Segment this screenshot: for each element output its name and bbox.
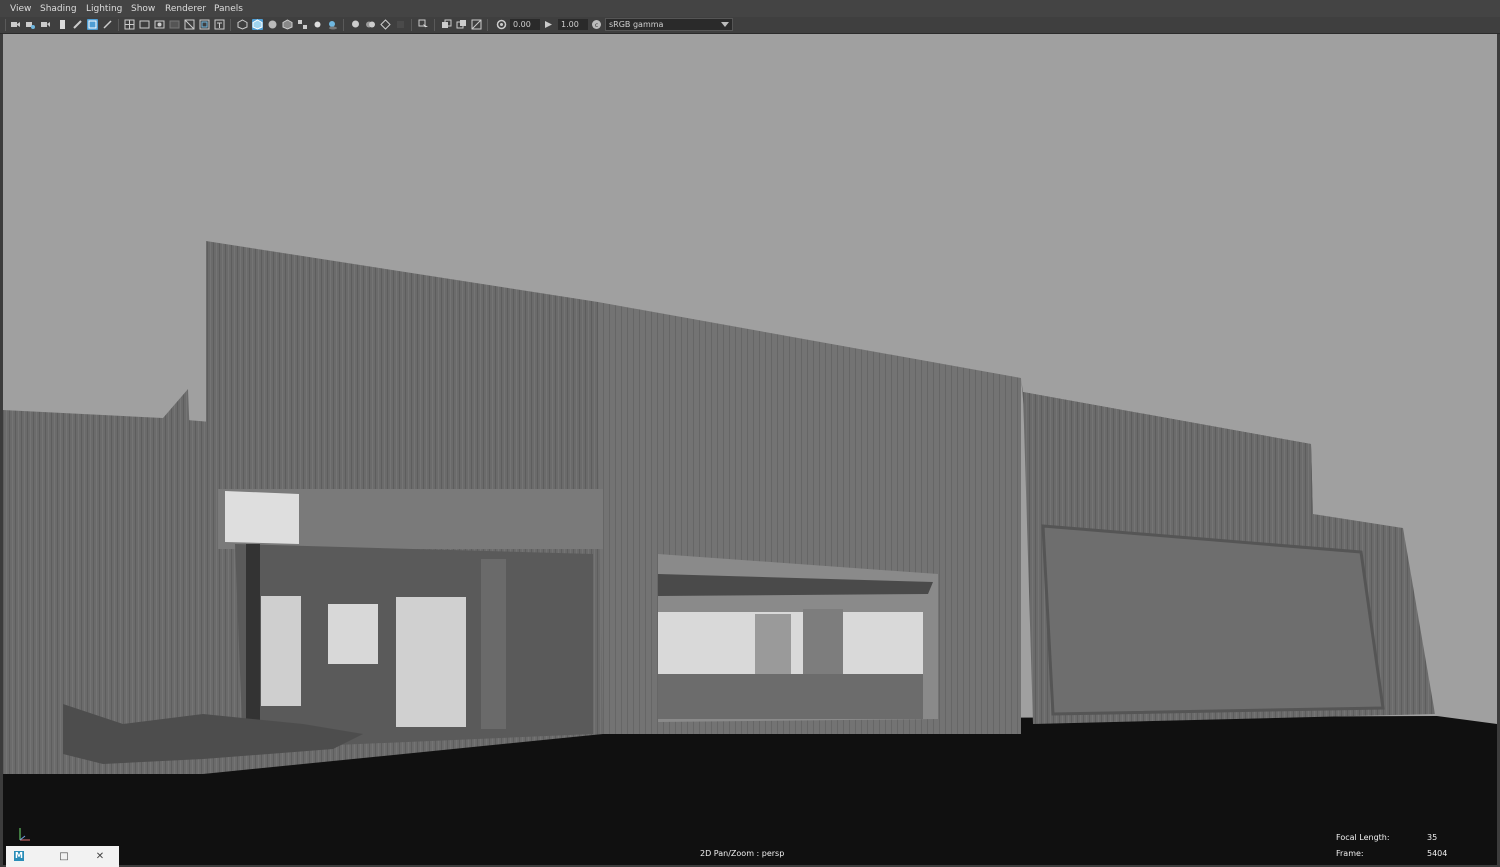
close-icon[interactable]: ✕ [94, 851, 106, 863]
menu-show[interactable]: Show [131, 4, 155, 14]
safe-action-icon[interactable] [199, 19, 210, 30]
menu-view[interactable]: View [10, 4, 31, 14]
xray-joints-icon[interactable] [471, 19, 482, 30]
maya-logo-icon[interactable]: M [14, 851, 24, 861]
scene-render [3, 34, 1497, 865]
3d-viewport[interactable]: 2D Pan/Zoom : persp Focal Length: 35 Fra… [3, 34, 1497, 865]
interior-structure [755, 614, 791, 674]
toolbar-separator [118, 19, 119, 31]
color-space-value: sRGB gamma [609, 20, 664, 29]
isolate-select-icon[interactable] [418, 19, 429, 30]
camera-icon[interactable] [10, 19, 21, 30]
interior-clutter [658, 674, 923, 719]
screen-space-ao-icon[interactable] [350, 19, 361, 30]
focal-length-label: Focal Length: [1336, 833, 1390, 842]
left-window-1 [261, 596, 301, 706]
xray-icon[interactable] [441, 19, 452, 30]
toolbar-separator [411, 19, 412, 31]
right-hangar-door-panel [1041, 524, 1385, 716]
wireframe-icon[interactable] [237, 19, 248, 30]
motion-blur-icon[interactable] [365, 19, 376, 30]
xray-active-components-icon[interactable] [456, 19, 467, 30]
grid-snap-icon[interactable] [87, 19, 98, 30]
frame-value: 5404 [1427, 849, 1448, 858]
minimized-window-bar[interactable]: M □ ✕ [6, 846, 119, 867]
menu-shading[interactable]: Shading [40, 4, 77, 14]
svg-text:c: c [595, 22, 598, 29]
default-material-icon[interactable] [267, 19, 278, 30]
gamma-field[interactable]: 1.00 [558, 19, 588, 30]
left-window-3 [396, 597, 466, 727]
viewport-toolbar: 0.00 1.00 c sRGB gamma [0, 17, 1500, 34]
exposure-icon[interactable] [496, 19, 507, 30]
menu-lighting[interactable]: Lighting [86, 4, 122, 14]
toolbar-separator [230, 19, 231, 31]
resolution-gate-icon[interactable] [154, 19, 165, 30]
portico-column-shadow [246, 544, 260, 749]
safe-title-icon[interactable] [214, 19, 225, 30]
camera-label: 2D Pan/Zoom : persp [700, 849, 785, 858]
bookmark-camera-icon[interactable] [40, 19, 51, 30]
menu-panels[interactable]: Panels [214, 4, 243, 14]
toolbar-separator [343, 19, 344, 31]
anti-aliasing-icon[interactable] [380, 19, 391, 30]
viewport-menubar: View Shading Lighting Show Renderer Pane… [0, 0, 1500, 17]
brush-icon[interactable] [102, 19, 113, 30]
gate-mask-icon[interactable] [169, 19, 180, 30]
canopy-highlight [225, 491, 299, 544]
grease-pencil-icon[interactable] [72, 19, 83, 30]
shadows-icon[interactable] [327, 19, 338, 30]
gamma-icon[interactable] [543, 19, 554, 30]
color-management-icon[interactable]: c [591, 19, 602, 30]
menu-renderer[interactable]: Renderer [165, 4, 206, 14]
frame-label: Frame: [1336, 849, 1364, 858]
lights-icon[interactable] [312, 19, 323, 30]
textured-icon[interactable] [297, 19, 308, 30]
color-space-dropdown[interactable]: sRGB gamma [605, 18, 733, 31]
focal-length-value: 35 [1427, 833, 1438, 842]
film-gate-icon[interactable] [139, 19, 150, 30]
exposure-field[interactable]: 0.00 [510, 19, 540, 30]
left-window-2 [328, 604, 378, 664]
wireframe-on-shaded-icon[interactable] [282, 19, 293, 30]
toolbar-separator [434, 19, 435, 31]
portico-column [481, 559, 506, 729]
image-plane-icon[interactable] [57, 19, 68, 30]
depth-of-field-icon[interactable] [395, 19, 406, 30]
chevron-down-icon [721, 22, 729, 27]
toolbar-separator [487, 19, 488, 31]
toolbar-separator [5, 19, 6, 31]
axis-gizmo-icon [19, 828, 30, 841]
camera-attributes-icon[interactable] [25, 19, 36, 30]
field-chart-icon[interactable] [184, 19, 195, 30]
minimize-icon[interactable]: □ [58, 851, 70, 863]
smooth-shade-icon[interactable] [252, 19, 263, 30]
grid-icon[interactable] [124, 19, 135, 30]
